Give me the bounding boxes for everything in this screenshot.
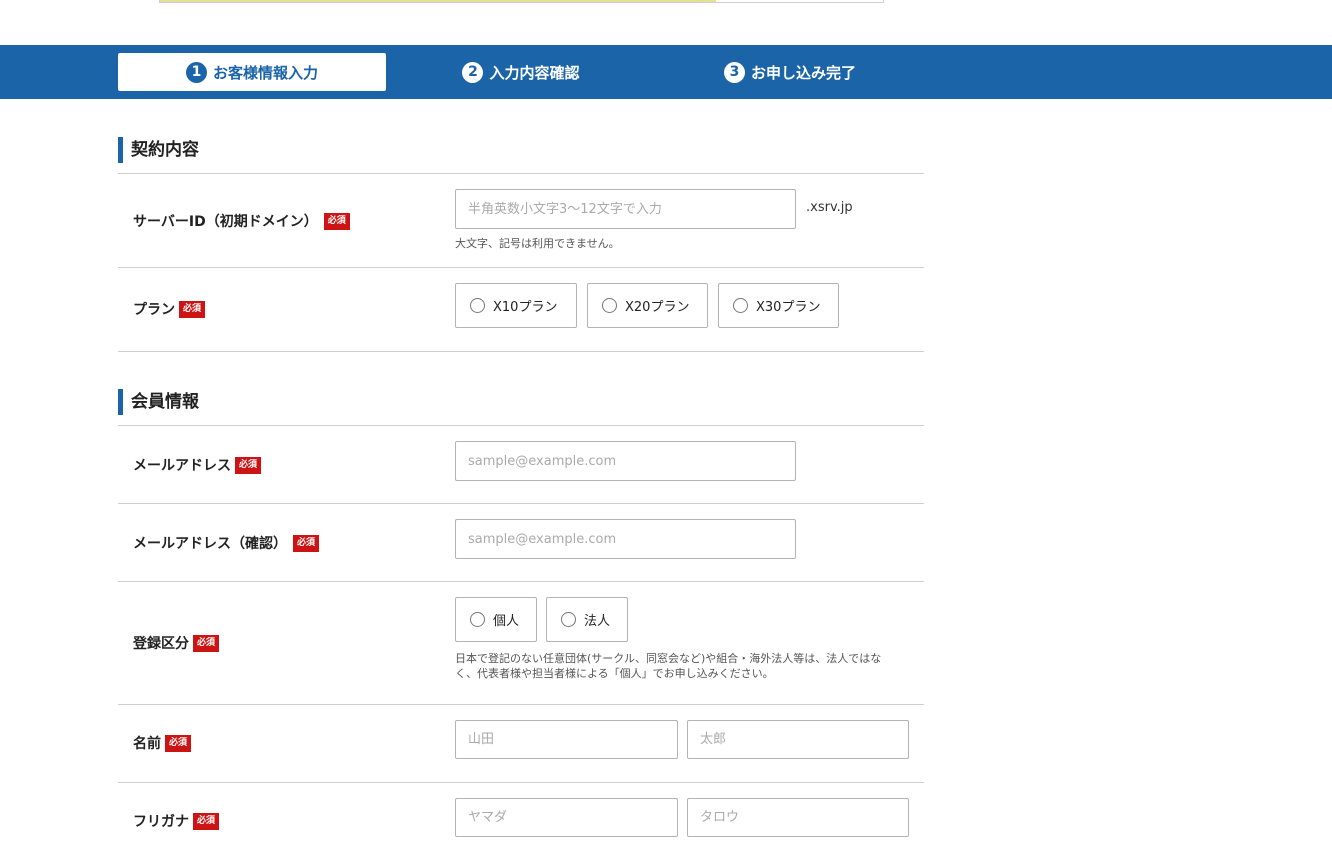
- radio-circle-icon: [733, 298, 748, 313]
- plan-x20-label: X20プラン: [625, 300, 690, 315]
- required-badge: 必須: [179, 300, 206, 318]
- required-badge: 必須: [235, 456, 262, 474]
- divider: [118, 503, 924, 504]
- radio-circle-icon: [561, 612, 576, 627]
- divider: [118, 351, 924, 352]
- plan-label: プラン 必須: [133, 299, 206, 319]
- email-confirm-input[interactable]: [455, 519, 796, 559]
- step-1: 1 お客様情報入力: [118, 53, 386, 91]
- radio-circle-icon: [470, 612, 485, 627]
- registration-corporate-radio[interactable]: 法人: [546, 597, 628, 642]
- name-label-text: 名前: [133, 736, 161, 752]
- step-3-number: 3: [723, 61, 745, 83]
- plan-label-text: プラン: [133, 302, 175, 318]
- step-2-label: 入力内容確認: [489, 63, 580, 82]
- last-name-input[interactable]: [455, 720, 678, 759]
- registration-type-label: 登録区分 必須: [133, 633, 220, 653]
- divider: [118, 581, 924, 582]
- registration-corporate-label: 法人: [584, 614, 611, 629]
- server-id-note: 大文字、記号は利用できません。: [455, 237, 620, 250]
- member-section-title: 会員情報: [118, 389, 199, 415]
- required-badge: 必須: [323, 212, 350, 230]
- step-3: 3 お申し込み完了: [656, 53, 924, 91]
- divider: [118, 425, 924, 426]
- registration-individual-radio[interactable]: 個人: [455, 597, 537, 642]
- contract-section-title: 契約内容: [118, 137, 199, 163]
- email-confirm-label-text: メールアドレス（確認）: [133, 536, 287, 552]
- registration-type-note: 日本で登記のない任意団体(サークル、同窓会など)や組合・海外法人等は、法人ではな…: [455, 651, 881, 681]
- divider: [118, 267, 924, 268]
- plan-x30-radio[interactable]: X30プラン: [718, 283, 839, 328]
- required-badge: 必須: [165, 734, 192, 752]
- divider: [118, 173, 924, 174]
- server-id-input[interactable]: [455, 189, 796, 229]
- plan-x10-label: X10プラン: [493, 300, 558, 315]
- registration-type-label-text: 登録区分: [133, 636, 189, 652]
- required-badge: 必須: [193, 634, 220, 652]
- registration-note-line-2: く、代表者様や担当者様による「個人」でお申し込みください。: [455, 667, 774, 680]
- banner-fill: [160, 0, 716, 2]
- plan-x30-label: X30プラン: [756, 300, 821, 315]
- divider: [118, 704, 924, 705]
- domain-suffix: .xsrv.jp: [806, 200, 853, 215]
- furigana-label-text: フリガナ: [133, 814, 189, 830]
- top-banner-strip: [159, 0, 884, 3]
- required-badge: 必須: [193, 812, 220, 830]
- step-3-label: お申し込み完了: [750, 63, 856, 82]
- last-name-kana-input[interactable]: [455, 798, 678, 837]
- step-1-number: 1: [185, 61, 207, 83]
- furigana-label: フリガナ 必須: [133, 811, 220, 831]
- email-input[interactable]: [455, 441, 796, 481]
- email-label-text: メールアドレス: [133, 458, 231, 474]
- divider: [118, 782, 924, 783]
- name-label: 名前 必須: [133, 733, 192, 753]
- step-2: 2 入力内容確認: [387, 53, 655, 91]
- required-badge: 必須: [293, 534, 320, 552]
- server-id-label-text: サーバーID（初期ドメイン）: [133, 214, 318, 230]
- step-progress-bar: 1 お客様情報入力 2 入力内容確認 3 お申し込み完了: [0, 45, 1332, 99]
- first-name-kana-input[interactable]: [687, 798, 909, 837]
- radio-circle-icon: [470, 298, 485, 313]
- step-1-label: お客様情報入力: [212, 63, 318, 82]
- registration-note-line-1: 日本で登記のない任意団体(サークル、同窓会など)や組合・海外法人等は、法人ではな: [455, 652, 882, 665]
- plan-x10-radio[interactable]: X10プラン: [455, 283, 577, 328]
- step-2-number: 2: [462, 61, 484, 83]
- registration-individual-label: 個人: [493, 614, 520, 629]
- plan-x20-radio[interactable]: X20プラン: [587, 283, 708, 328]
- email-confirm-label: メールアドレス（確認） 必須: [133, 533, 320, 553]
- first-name-input[interactable]: [687, 720, 909, 759]
- server-id-label: サーバーID（初期ドメイン） 必須: [133, 211, 350, 231]
- radio-circle-icon: [602, 298, 617, 313]
- email-label: メールアドレス 必須: [133, 455, 262, 475]
